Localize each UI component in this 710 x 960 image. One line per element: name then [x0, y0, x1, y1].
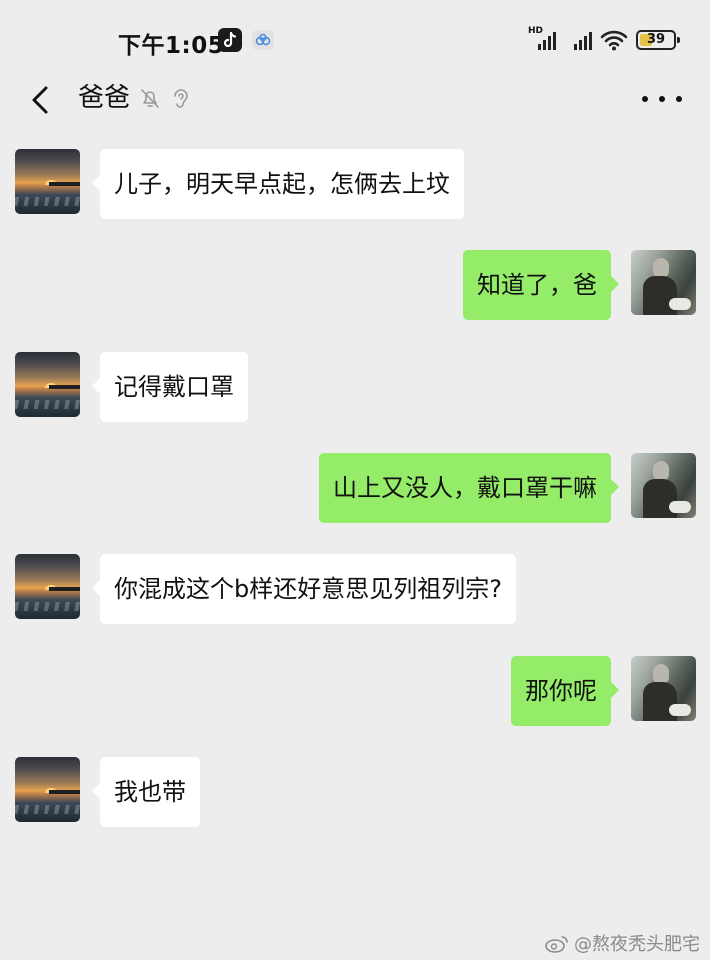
status-time: 下午1:05 — [118, 33, 225, 59]
more-dots-icon — [642, 96, 648, 102]
mute-bell-icon — [141, 89, 159, 108]
back-chevron-icon — [32, 86, 48, 114]
tiktok-icon — [218, 28, 242, 52]
avatar-dad[interactable] — [15, 352, 80, 417]
avatar-dad[interactable] — [15, 757, 80, 822]
status-bar: 下午1:05 HD 39 — [0, 0, 710, 74]
chat-header: 爸爸 — [0, 74, 710, 124]
message-row: 山上又没人，戴口罩干嘛 — [0, 453, 710, 523]
message-bubble-sent[interactable]: 山上又没人，戴口罩干嘛 — [319, 453, 619, 523]
message-bubble-sent[interactable]: 那你呢 — [511, 656, 619, 726]
avatar-dad[interactable] — [15, 554, 80, 619]
signal-icon: HD — [528, 26, 556, 52]
status-icons: HD 39 — [528, 26, 680, 54]
message-row: 记得戴口罩 — [0, 352, 710, 422]
back-button[interactable] — [22, 80, 58, 120]
signal-icon — [564, 28, 592, 52]
avatar-dad[interactable] — [15, 149, 80, 214]
avatar-me[interactable] — [631, 453, 696, 518]
message-bubble-received[interactable]: 记得戴口罩 — [92, 352, 248, 422]
battery-icon: 39 — [636, 30, 680, 50]
battery-level: 39 — [646, 32, 666, 47]
message-row: 那你呢 — [0, 656, 710, 726]
message-row: 知道了，爸 — [0, 250, 710, 320]
message-row: 儿子，明天早点起，怎俩去上坟 — [0, 149, 710, 219]
ear-icon — [174, 89, 188, 108]
message-bubble-received[interactable]: 我也带 — [92, 757, 200, 827]
avatar-me[interactable] — [631, 656, 696, 721]
message-bubble-sent[interactable]: 知道了，爸 — [463, 250, 619, 320]
chat-title: 爸爸 — [78, 83, 131, 113]
watermark-text: @熬夜秃头肥宅 — [574, 934, 700, 955]
message-row: 你混成这个b样还好意思见列祖列宗? — [0, 554, 710, 624]
message-bubble-received[interactable]: 你混成这个b样还好意思见列祖列宗? — [92, 554, 516, 624]
more-options-button[interactable] — [642, 86, 682, 112]
watermark: @熬夜秃头肥宅 — [544, 930, 700, 956]
chat-screen: 下午1:05 HD 39 爸爸 儿子，明天早点起，怎俩去上坟 知道了，爸 记得戴… — [0, 0, 710, 960]
message-row: 我也带 — [0, 757, 710, 827]
wifi-icon — [600, 30, 628, 51]
message-bubble-received[interactable]: 儿子，明天早点起，怎俩去上坟 — [92, 149, 464, 219]
cloud-icon — [252, 30, 274, 50]
weibo-icon — [545, 936, 568, 953]
avatar-me[interactable] — [631, 250, 696, 315]
